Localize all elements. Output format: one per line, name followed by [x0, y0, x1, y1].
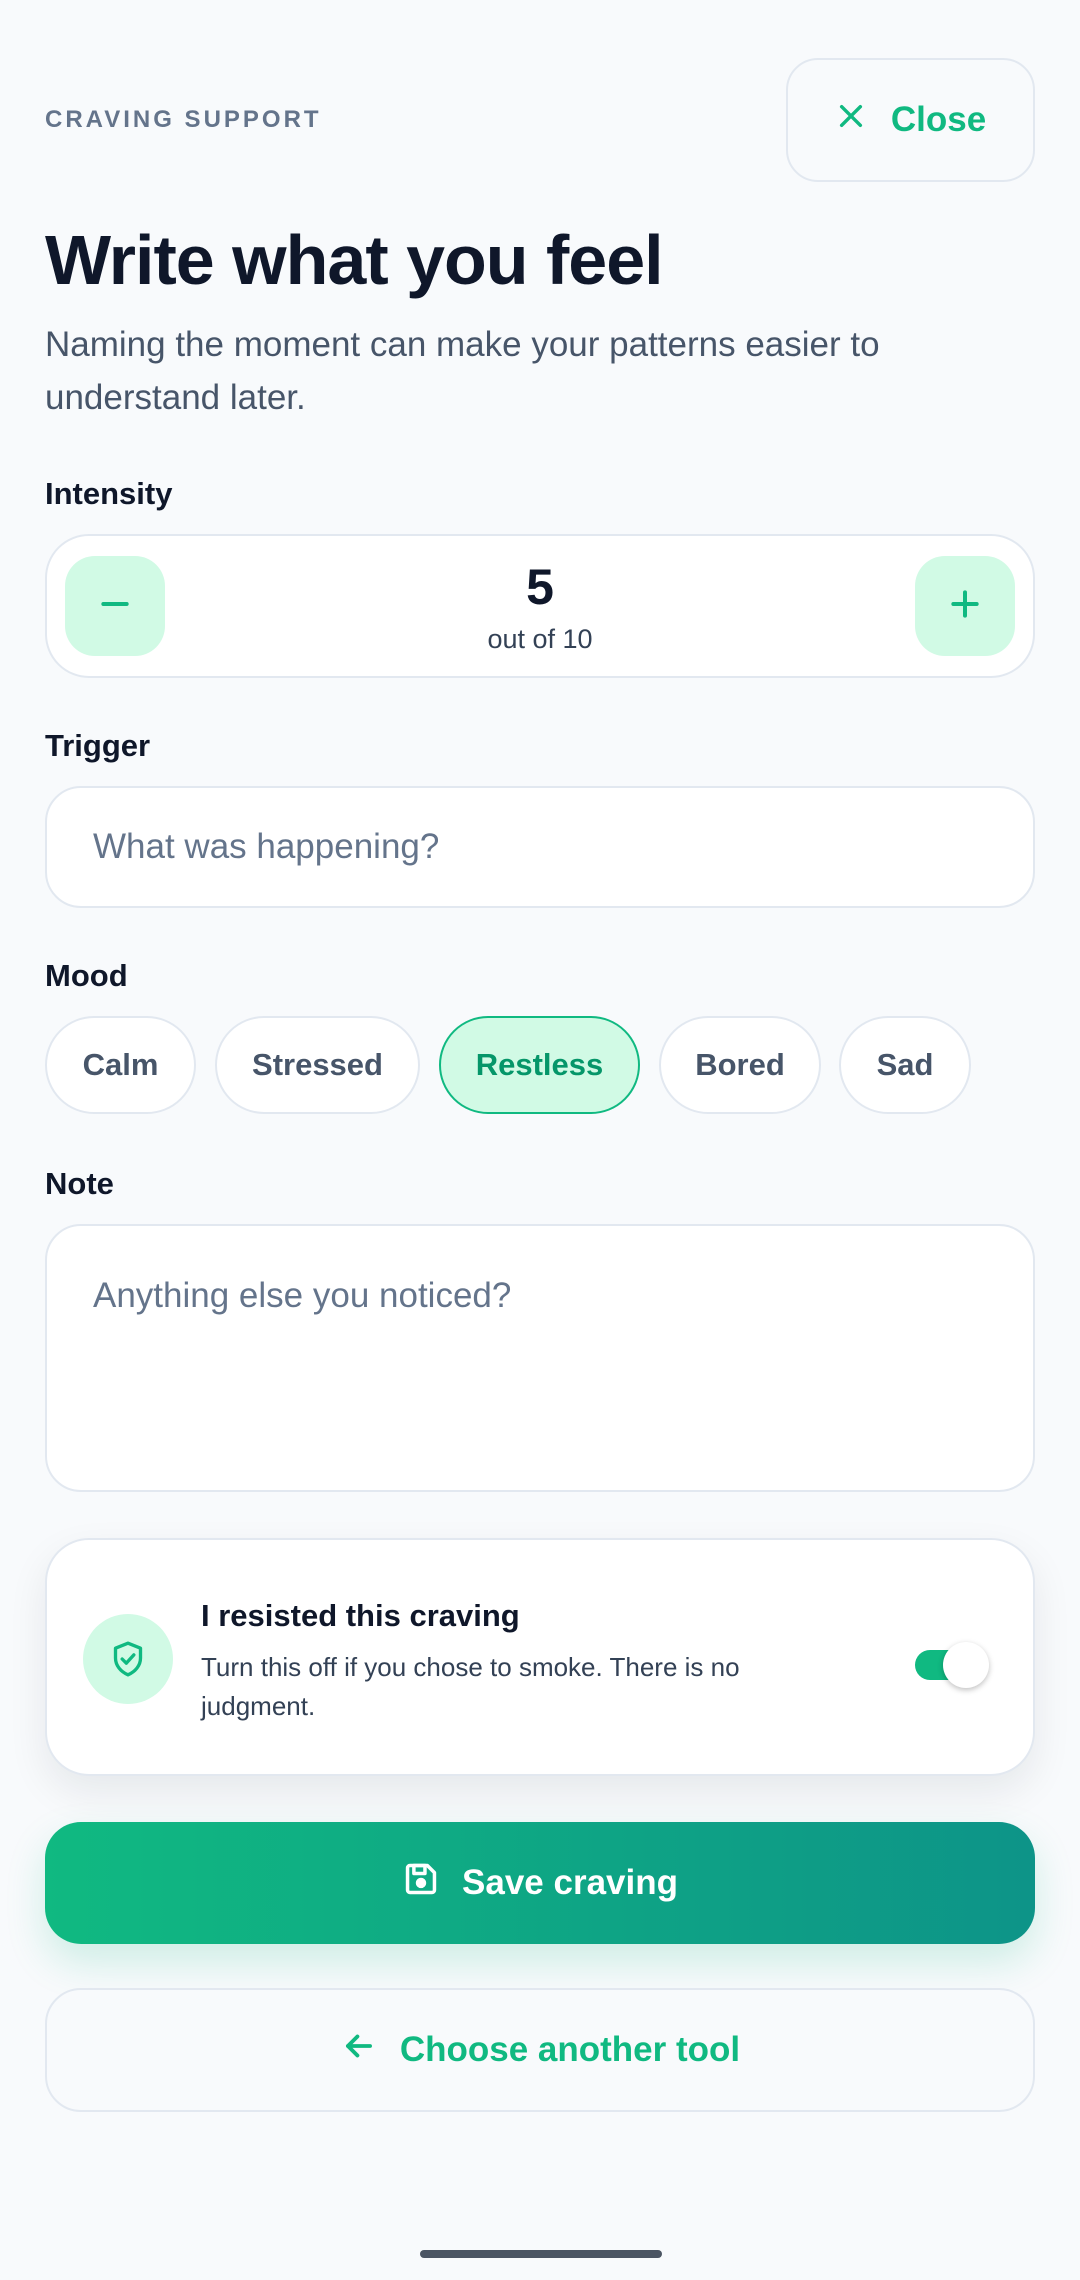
mood-chip-restless[interactable]: Restless [439, 1016, 640, 1114]
resisted-title: I resisted this craving [201, 1598, 520, 1633]
intensity-scale-caption: out of 10 [487, 624, 593, 654]
page-subtitle: Naming the moment can make your patterns… [45, 325, 880, 417]
note-textarea[interactable] [45, 1224, 1035, 1492]
mood-label: Mood [45, 958, 128, 993]
section-eyebrow: CRAVING SUPPORT [45, 106, 322, 133]
mood-chip-bored[interactable]: Bored [659, 1016, 821, 1114]
toggle-knob [943, 1642, 989, 1688]
shield-check-icon [83, 1614, 173, 1704]
save-icon [402, 1860, 440, 1907]
resisted-description: Turn this off if you chose to smoke. The… [201, 1652, 740, 1721]
note-label: Note [45, 1166, 114, 1201]
craving-journal-screen: CRAVING SUPPORT Close Write what you fee… [0, 0, 1080, 2280]
close-button-label: Close [890, 100, 987, 139]
page-title: Write what you feel [45, 221, 664, 299]
trigger-label: Trigger [45, 728, 151, 763]
mood-chip-calm[interactable]: Calm [45, 1016, 196, 1114]
mood-chip-sad[interactable]: Sad [839, 1016, 971, 1114]
home-indicator[interactable] [420, 2250, 662, 2258]
intensity-label: Intensity [45, 476, 173, 511]
arrow-left-icon [340, 2027, 378, 2074]
choose-another-tool-button[interactable]: Choose another tool [45, 1988, 1035, 2112]
choose-another-tool-label: Choose another tool [399, 2030, 741, 2069]
save-craving-button[interactable]: Save craving [45, 1822, 1035, 1944]
mood-chip-stressed[interactable]: Stressed [215, 1016, 420, 1114]
close-button[interactable]: Close [786, 58, 1035, 182]
resisted-craving-card: I resisted this craving Turn this off if… [45, 1538, 1035, 1776]
increase-intensity-button[interactable] [915, 556, 1015, 656]
resisted-toggle[interactable] [915, 1640, 989, 1688]
x-icon [835, 100, 867, 141]
save-craving-label: Save craving [462, 1863, 678, 1902]
intensity-stepper: 5 out of 10 [45, 534, 1035, 678]
intensity-value: 5 [526, 559, 554, 615]
trigger-input[interactable] [45, 786, 1035, 908]
plus-icon [945, 584, 985, 629]
